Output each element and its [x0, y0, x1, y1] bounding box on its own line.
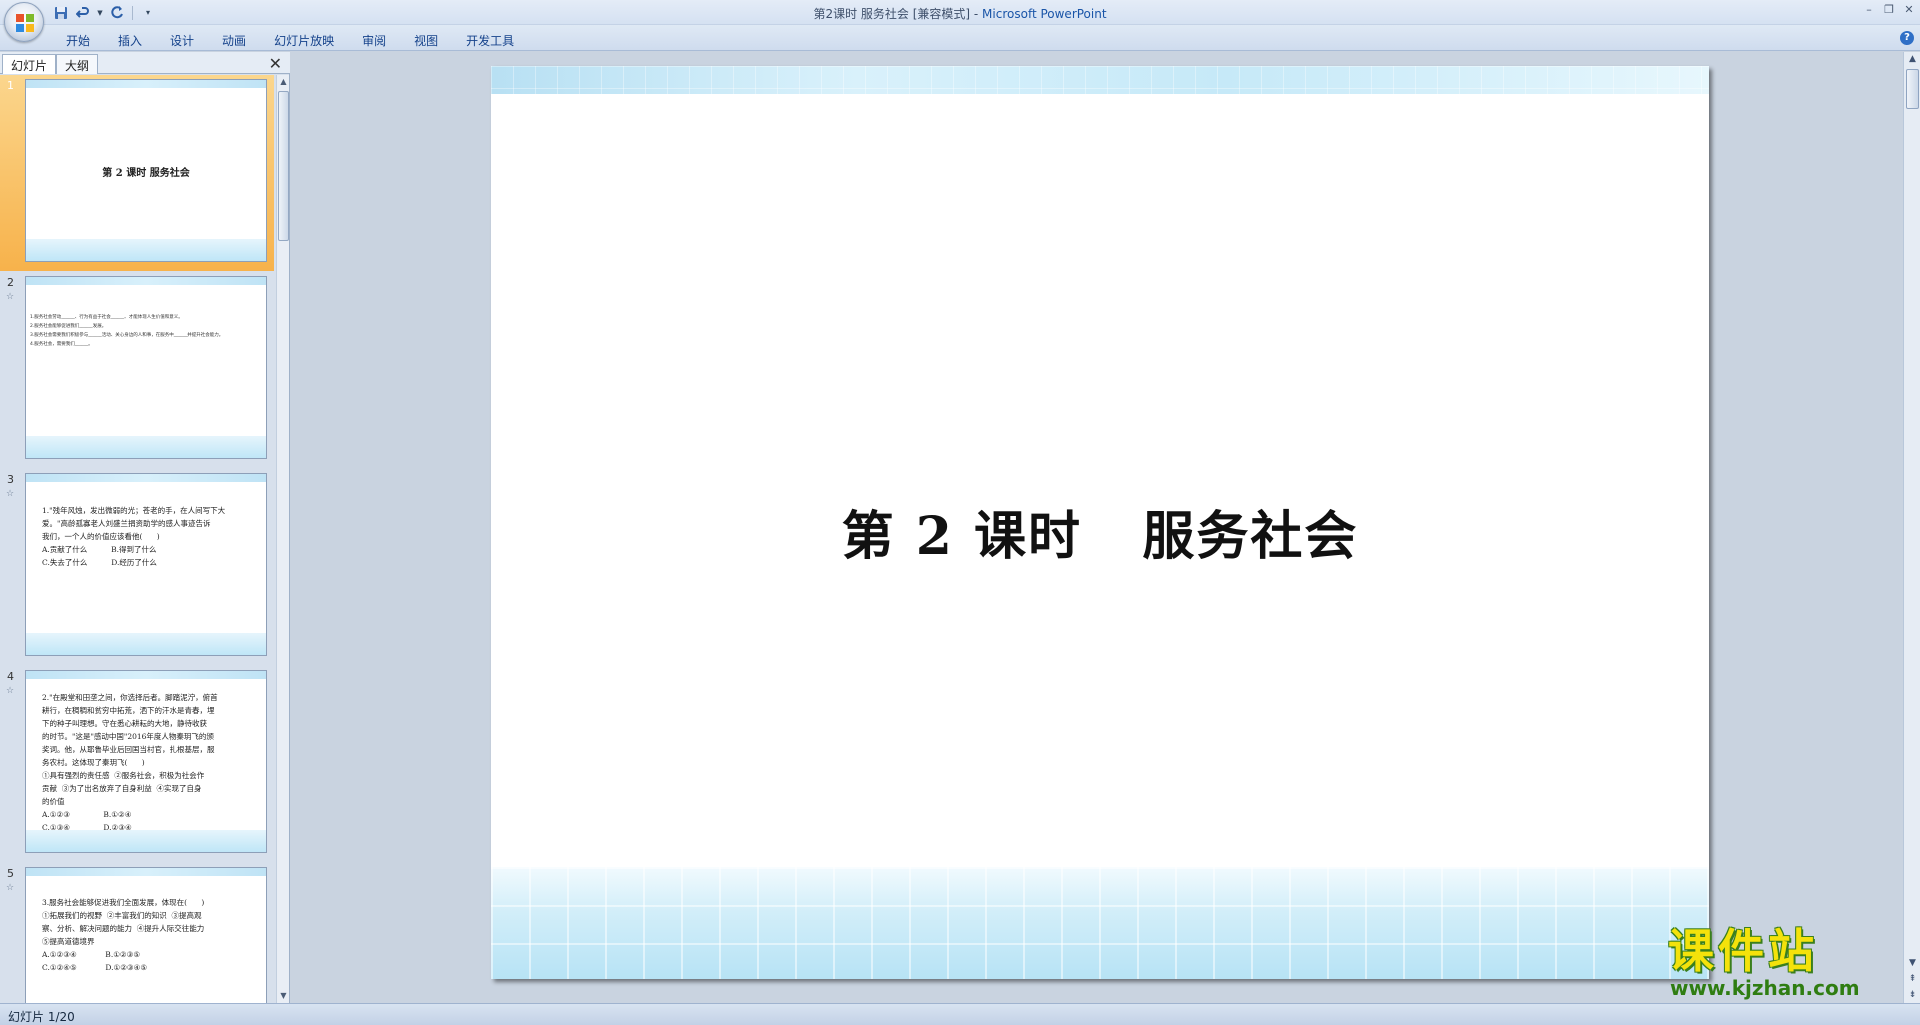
scrollbar-thumb[interactable]	[278, 91, 289, 241]
window-title: 第2课时 服务社会 [兼容模式] - Microsoft PowerPoint	[0, 5, 1920, 22]
current-slide[interactable]: 第 2 课时 服务社会	[491, 66, 1709, 979]
thumbnail-text: 1."残年风烛，发出微弱的光；苍老的手，在人间写下大 爱。"高龄孤寡老人刘盛兰捐…	[42, 506, 226, 567]
status-bar: 幻灯片 1/20	[0, 1003, 1920, 1025]
thumb-bottom-band	[26, 633, 266, 655]
previous-slide-icon[interactable]: ⇞	[1904, 972, 1920, 987]
pane-close-icon[interactable]: ✕	[269, 54, 282, 73]
pane-tabs: 幻灯片 大纲 ✕	[0, 52, 290, 74]
title-separator: -	[970, 7, 983, 21]
thumbnail-preview: 2."在殿堂和田垄之间，你选择后者。脚踏泥泞，俯首 耕行，在稠稠和贫穷中拓荒，洒…	[25, 670, 267, 853]
thumbnail-number: 4	[7, 670, 14, 683]
ribbon: 开始 插入 设计 动画 幻灯片放映 审阅 视图 开发工具 ?	[0, 25, 1920, 51]
scroll-up-icon[interactable]: ▲	[1904, 52, 1920, 67]
watermark-url: www.kjzhan.com	[1670, 976, 1860, 1000]
restore-icon[interactable]: ❐	[1882, 3, 1896, 17]
tab-outline[interactable]: 大纲	[56, 54, 99, 74]
tab-view[interactable]: 视图	[400, 29, 452, 52]
tab-animations[interactable]: 动画	[208, 29, 260, 52]
slide-thumbnail-3[interactable]: 3 ☆ 1."残年风烛，发出微弱的光；苍老的手，在人间写下大 爱。"高龄孤寡老人…	[0, 469, 274, 665]
ribbon-tabs: 开始 插入 设计 动画 幻灯片放映 审阅 视图 开发工具	[52, 29, 528, 52]
watermark-logo: 课件站 www.kjzhan.com	[1668, 925, 1900, 1003]
scroll-down-icon[interactable]: ▼	[1904, 956, 1920, 971]
thumbnail-list: 1 第 2 课时 服务社会 2 ☆ 1.服务社会劳动______、行为有益于社会…	[0, 75, 274, 1003]
thumbnail-number: 5	[7, 867, 14, 880]
thumbnail-preview: 1.服务社会劳动______、行为有益于社会______、才能体现人生价值和意义…	[25, 276, 267, 459]
thumb-top-band	[26, 277, 266, 285]
tab-review[interactable]: 审阅	[348, 29, 400, 52]
thumbnail-number: 3	[7, 473, 14, 486]
animation-star-icon: ☆	[6, 292, 15, 302]
close-icon[interactable]: ✕	[1902, 3, 1916, 17]
thumb-bottom-band	[26, 436, 266, 458]
thumbnail-number: 2	[7, 276, 14, 289]
scroll-down-icon[interactable]: ▼	[277, 989, 290, 1003]
tab-slideshow[interactable]: 幻灯片放映	[260, 29, 348, 52]
slide-indicator: 幻灯片 1/20	[8, 1010, 75, 1024]
help-icon[interactable]: ?	[1900, 31, 1914, 45]
scrollbar-thumb[interactable]	[1906, 69, 1919, 109]
slide-editor: 第 2 课时 服务社会	[291, 52, 1903, 1003]
scroll-up-icon[interactable]: ▲	[277, 75, 290, 89]
thumb-top-band	[26, 80, 266, 88]
slide-thumbnail-4[interactable]: 4 ☆ 2."在殿堂和田垄之间，你选择后者。脚踏泥泞，俯首 耕行，在稠稠和贫穷中…	[0, 666, 274, 862]
document-title: 第2课时 服务社会 [兼容模式]	[813, 7, 971, 21]
thumbnail-text: 3.服务社会能够促进我们全面发展，体现在( ) ①拓展我们的视野 ②丰富我们的知…	[42, 898, 205, 972]
next-slide-icon[interactable]: ⇟	[1904, 988, 1920, 1003]
tab-insert[interactable]: 插入	[104, 29, 156, 52]
tab-home[interactable]: 开始	[52, 29, 104, 52]
thumb-bottom-band	[26, 239, 266, 261]
thumb-top-band	[26, 474, 266, 482]
slide-top-band	[491, 66, 1709, 94]
window-controls: – ❐ ✕	[1862, 3, 1916, 17]
animation-star-icon: ☆	[6, 686, 15, 696]
thumbnail-preview: 第 2 课时 服务社会	[25, 79, 267, 262]
thumbnail-scrollbar[interactable]: ▲ ▼	[276, 75, 289, 1003]
slides-pane: 幻灯片 大纲 ✕ 1 第 2 课时 服务社会 2 ☆ 1.服务社会劳动_____…	[0, 52, 290, 1003]
thumb-top-band	[26, 671, 266, 679]
thumbnail-preview: 3.服务社会能够促进我们全面发展，体现在( ) ①拓展我们的视野 ②丰富我们的知…	[25, 867, 267, 1003]
office-logo-icon	[16, 14, 34, 32]
minimize-icon[interactable]: –	[1862, 3, 1876, 17]
thumbnail-preview: 1."残年风烛，发出微弱的光；苍老的手，在人间写下大 爱。"高龄孤寡老人刘盛兰捐…	[25, 473, 267, 656]
watermark-main-text: 课件站	[1668, 924, 1818, 978]
tab-design[interactable]: 设计	[156, 29, 208, 52]
title-bar: ▼ ▾ 第2课时 服务社会 [兼容模式] - Microsoft PowerPo…	[0, 0, 1920, 25]
tab-developer[interactable]: 开发工具	[452, 29, 528, 52]
slide-thumbnail-2[interactable]: 2 ☆ 1.服务社会劳动______、行为有益于社会______、才能体现人生价…	[0, 272, 274, 468]
thumb-bottom-band	[26, 830, 266, 852]
slide-title[interactable]: 第 2 课时 服务社会	[491, 494, 1709, 569]
tab-slides[interactable]: 幻灯片	[2, 54, 57, 74]
animation-star-icon: ☆	[6, 489, 15, 499]
thumb-top-band	[26, 868, 266, 876]
slide-thumbnail-1[interactable]: 1 第 2 课时 服务社会	[0, 75, 274, 271]
thumbnail-number: 1	[7, 79, 14, 92]
editor-scrollbar[interactable]: ▲ ▼ ⇞ ⇟	[1903, 52, 1920, 1003]
slide-thumbnail-5[interactable]: 5 ☆ 3.服务社会能够促进我们全面发展，体现在( ) ①拓展我们的视野 ②丰富…	[0, 863, 274, 1003]
slide-bottom-band	[491, 867, 1709, 979]
animation-star-icon: ☆	[6, 883, 15, 893]
thumbnail-text: 1.服务社会劳动______、行为有益于社会______、才能体现人生价值和意义…	[30, 315, 224, 347]
app-name: Microsoft PowerPoint	[982, 7, 1107, 21]
thumbnail-text: 2."在殿堂和田垄之间，你选择后者。脚踏泥泞，俯首 耕行，在稠稠和贫穷中拓荒，洒…	[42, 693, 218, 832]
office-button[interactable]	[4, 2, 44, 42]
thumbnail-title: 第 2 课时 服务社会	[102, 168, 190, 179]
